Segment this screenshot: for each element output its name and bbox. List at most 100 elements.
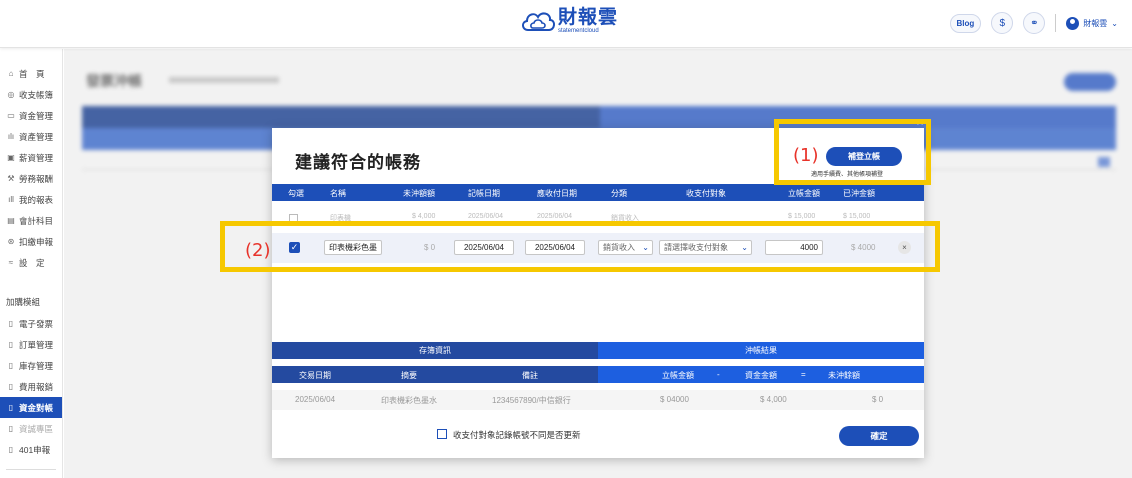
sidebar-item-orders[interactable]: ▯ 訂單管理 — [0, 334, 62, 355]
report-icon: ıll — [8, 195, 14, 204]
sidebar-item-expenses[interactable]: ▯ 費用報銷 — [0, 376, 62, 397]
sidebar-item-label: 首 頁 — [19, 68, 45, 79]
ledger-icon: ▤ — [7, 216, 15, 225]
user-name: 財報雲 — [1083, 18, 1108, 28]
sidebar-item-accounts[interactable]: ▤ 會計科目 — [0, 210, 62, 231]
doc-icon: ▯ — [8, 403, 14, 412]
passbook-note: 1234567890/中信銀行 — [492, 396, 571, 405]
sidebar-item-labor[interactable]: ⚒ 勞務報酬 — [0, 168, 62, 189]
table-header: 勾選 名稱 未沖額額 記帳日期 應收付日期 分類 收支付對象 立帳金額 已沖金額 — [272, 184, 924, 201]
settings-icon: ≈ — [8, 258, 14, 267]
sidebar-item-inventory[interactable]: ▯ 庫存管理 — [0, 355, 62, 376]
sidebar-item-label: 電子發票 — [19, 318, 54, 329]
column-header: 勾選 — [288, 189, 304, 198]
sidebar-item-label: 庫存管理 — [19, 360, 54, 371]
passbook-summary: 印表機彩色墨水 — [381, 396, 437, 405]
result-fund: $ 4,000 — [760, 395, 787, 404]
confirm-button[interactable]: 確定 — [839, 426, 919, 446]
sidebar-item-ledger[interactable]: ◎ 收支帳簿 — [0, 84, 62, 105]
result-balance: $ 0 — [872, 395, 884, 404]
sidebar-item-einvoice[interactable]: ▯ 電子發票 — [0, 313, 62, 334]
column-operator: - — [717, 370, 720, 379]
tax-icon: ⊛ — [7, 237, 15, 246]
update-counterparty-checkbox[interactable] — [437, 429, 447, 439]
column-header: 交易日期 — [299, 371, 331, 380]
doc-icon: ▯ — [8, 319, 14, 328]
column-header: 立帳金額 — [788, 189, 820, 198]
sidebar-item-salary[interactable]: ▣ 薪資管理 — [0, 147, 62, 168]
column-header: 未沖餘額 — [828, 371, 860, 380]
sidebar-item-home[interactable]: ⌂ 首 頁 — [0, 63, 62, 84]
column-header: 分類 — [611, 189, 627, 198]
sidebar-item-401[interactable]: ▯ 401申報 — [0, 439, 62, 460]
sidebar-item-withholding[interactable]: ⊛ 扣繳申報 — [0, 231, 62, 252]
column-header: 未沖額額 — [403, 189, 435, 198]
highlight-box-2 — [220, 221, 940, 272]
sidebar-item-label: 我的報表 — [19, 194, 54, 205]
home-icon: ⌂ — [8, 69, 14, 78]
sidebar-item-label: 設 定 — [19, 257, 45, 268]
column-header: 資金金額 — [745, 371, 777, 380]
user-menu[interactable]: 財報雲 ⌄ — [1066, 16, 1118, 30]
result-amount: $ 04000 — [660, 395, 689, 404]
sidebar-item-reconciliation[interactable]: ▯ 資金對帳 — [0, 397, 62, 418]
sidebar-item-label: 收支帳簿 — [19, 89, 54, 100]
column-header: 立帳金額 — [662, 371, 694, 380]
annotation-label-1: (1) — [793, 145, 819, 166]
divider — [6, 469, 56, 470]
salary-icon: ▣ — [7, 153, 15, 162]
sidebar-item-label: 會計科目 — [19, 215, 54, 226]
update-counterparty-label: 收支付對象記錄帳號不同是否更新 — [453, 430, 581, 440]
passbook-columns: 交易日期 摘要 備註 — [272, 366, 598, 383]
sidebar-group-label: 加購模組 — [6, 297, 41, 307]
sidebar-item-assets[interactable]: ılı 資產管理 — [0, 126, 62, 147]
sidebar-item-settings[interactable]: ≈ 設 定 — [0, 252, 62, 273]
row-due-date: 2025/06/04 — [537, 213, 573, 220]
column-header: 備註 — [522, 371, 538, 380]
passbook-row: 2025/06/04 印表機彩色墨水 1234567890/中信銀行 $ 040… — [272, 390, 924, 410]
user-icon — [1066, 16, 1080, 30]
top-bar: 財報雲 statementcloud Blog $ ⚭ 財報雲 ⌄ — [0, 0, 1132, 48]
column-header: 名稱 — [330, 189, 346, 198]
sidebar-item-funds[interactable]: ▭ 資金管理 — [0, 105, 62, 126]
annotation-label-2: (2) — [245, 240, 271, 261]
divider — [1055, 14, 1057, 32]
column-header: 摘要 — [401, 371, 417, 380]
sidebar-item-label: 訂單管理 — [19, 339, 54, 350]
sidebar-item-label: 資產管理 — [19, 131, 54, 142]
row-offset: $ 15,000 — [843, 213, 871, 220]
modal-title: 建議符合的帳務 — [295, 153, 421, 172]
sidebar-item-label: 扣繳申報 — [19, 236, 54, 247]
chevron-down-icon: ⌄ — [1111, 18, 1118, 28]
sidebar-item-label: 資誠專區 — [19, 423, 54, 434]
sidebar: ⌂ 首 頁 ◎ 收支帳簿 ▭ 資金管理 ılı 資產管理 ▣ 薪資管理 ⚒ 勞務報酬 ıll… — [0, 49, 63, 478]
sidebar-item-label: 勞務報酬 — [19, 173, 54, 184]
sidebar-item-label: 費用報銷 — [19, 381, 54, 392]
sidebar-item-reports[interactable]: ıll 我的報表 — [0, 189, 62, 210]
row-date: 2025/06/04 — [468, 213, 504, 220]
doc-icon: ▯ — [8, 445, 14, 454]
link-icon[interactable]: ⚭ — [1023, 12, 1046, 34]
blog-button[interactable]: Blog — [949, 13, 982, 33]
money-icon[interactable]: $ — [991, 12, 1014, 34]
column-header: 應收付日期 — [537, 189, 577, 198]
row-amount: $ 15,000 — [788, 213, 816, 220]
passbook-date: 2025/06/04 — [295, 395, 336, 404]
labor-icon: ⚒ — [7, 174, 15, 183]
column-header: 收支付對象 — [686, 189, 726, 198]
cloud-logo-icon — [522, 12, 555, 31]
wallet-icon: ▭ — [7, 111, 15, 120]
column-header: 記帳日期 — [468, 189, 500, 198]
brand-logo[interactable]: 財報雲 statementcloud — [520, 8, 618, 34]
passbook-info-header: 存簿資訊 — [272, 342, 598, 359]
row-unpaid: $ 4,000 — [412, 213, 436, 220]
offset-columns: 立帳金額 - 資金金額 = 未沖餘額 — [598, 366, 924, 383]
sidebar-item-label: 資金對帳 — [19, 402, 54, 413]
logo-subtitle: statementcloud — [558, 28, 599, 34]
sidebar-item-label: 資金管理 — [19, 110, 54, 121]
sidebar-item-pwc[interactable]: ▯ 資誠專區 — [0, 418, 62, 439]
offset-result-header: 沖帳結果 — [598, 342, 924, 359]
sidebar-item-label: 薪資管理 — [19, 152, 54, 163]
column-header: 已沖金額 — [843, 189, 875, 198]
coin-icon: ◎ — [7, 90, 15, 99]
